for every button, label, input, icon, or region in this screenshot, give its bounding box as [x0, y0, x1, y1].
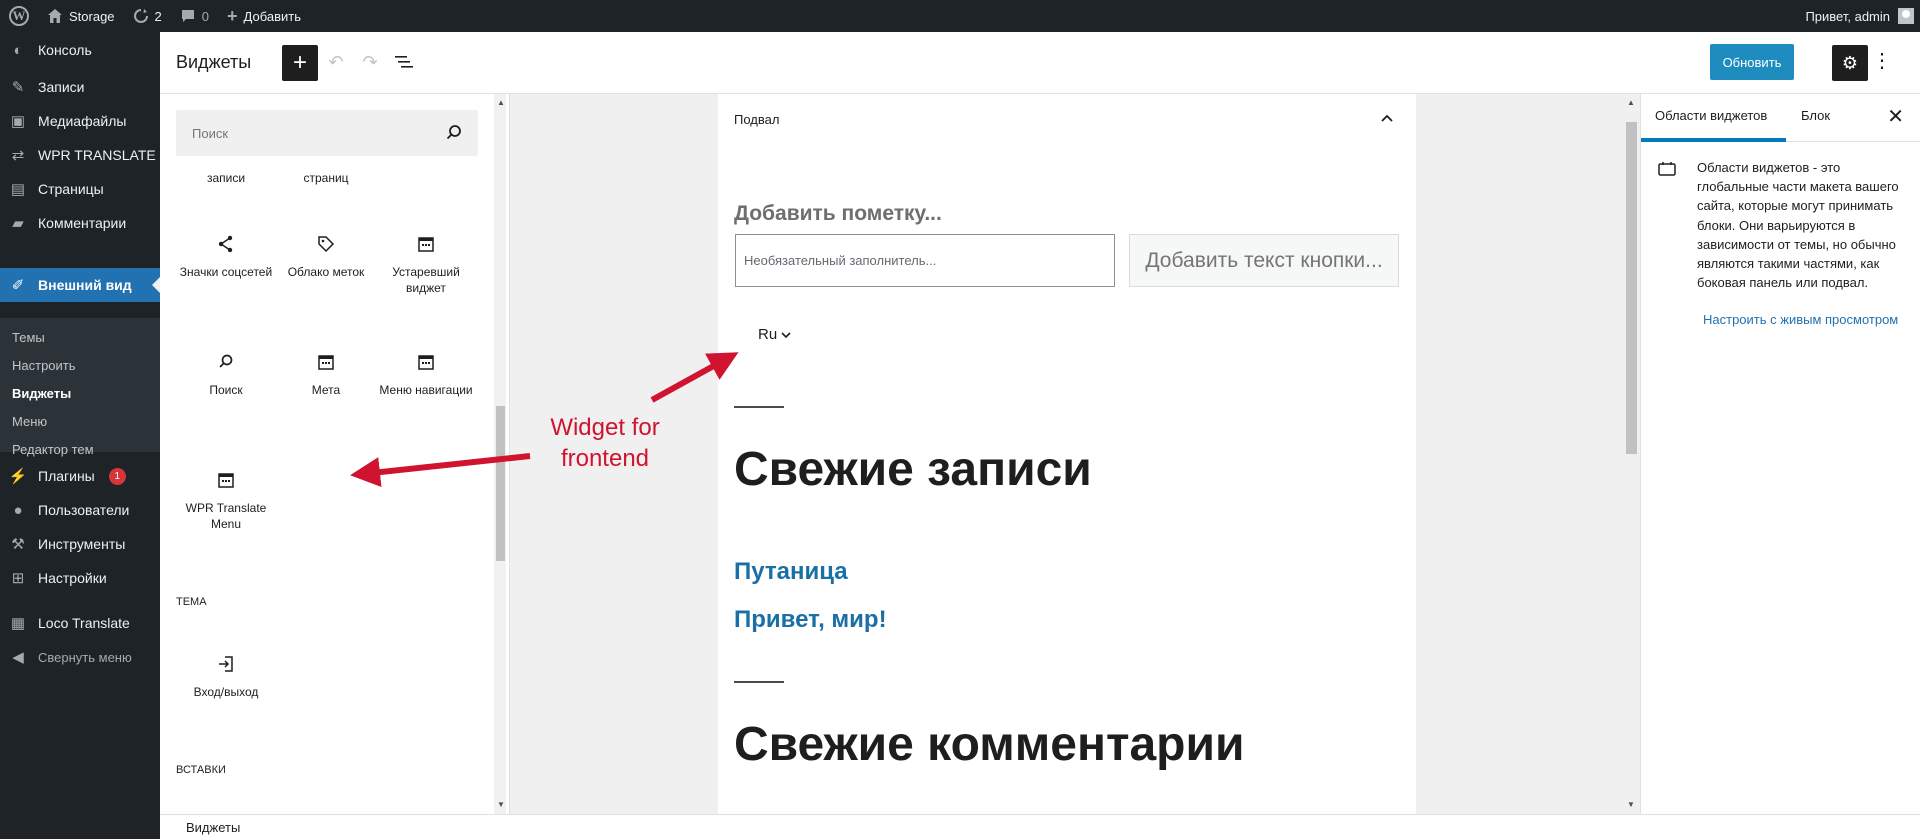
editor-footer: Виджеты [160, 814, 1920, 839]
customize-live-preview-link[interactable]: Настроить с живым просмотром [1703, 312, 1898, 327]
widget-area-icon [1658, 162, 1676, 176]
tab-widget-areas[interactable]: Области виджетов [1655, 108, 1767, 123]
settings-sidebar: Области виджетов Блок ✕ Области виджетов… [1640, 94, 1920, 814]
arrow-to-wpr-translate-block [350, 453, 531, 487]
widget-areas-description: Области виджетов - это глобальные части … [1697, 160, 1899, 291]
annotation-line-2: frontend [560, 444, 650, 472]
annotation-line-1: Widget for [550, 414, 660, 441]
active-tab-indicator [1641, 138, 1786, 142]
arrow-to-language-selector [650, 352, 739, 403]
tab-block[interactable]: Блок [1801, 108, 1830, 123]
close-sidebar-button[interactable]: ✕ [1887, 104, 1904, 129]
annotation-label: Widget for frontend [536, 413, 674, 474]
close-icon: ✕ [1887, 106, 1904, 128]
breadcrumb[interactable]: Виджеты [186, 820, 240, 835]
annotation-arrows [350, 352, 739, 487]
